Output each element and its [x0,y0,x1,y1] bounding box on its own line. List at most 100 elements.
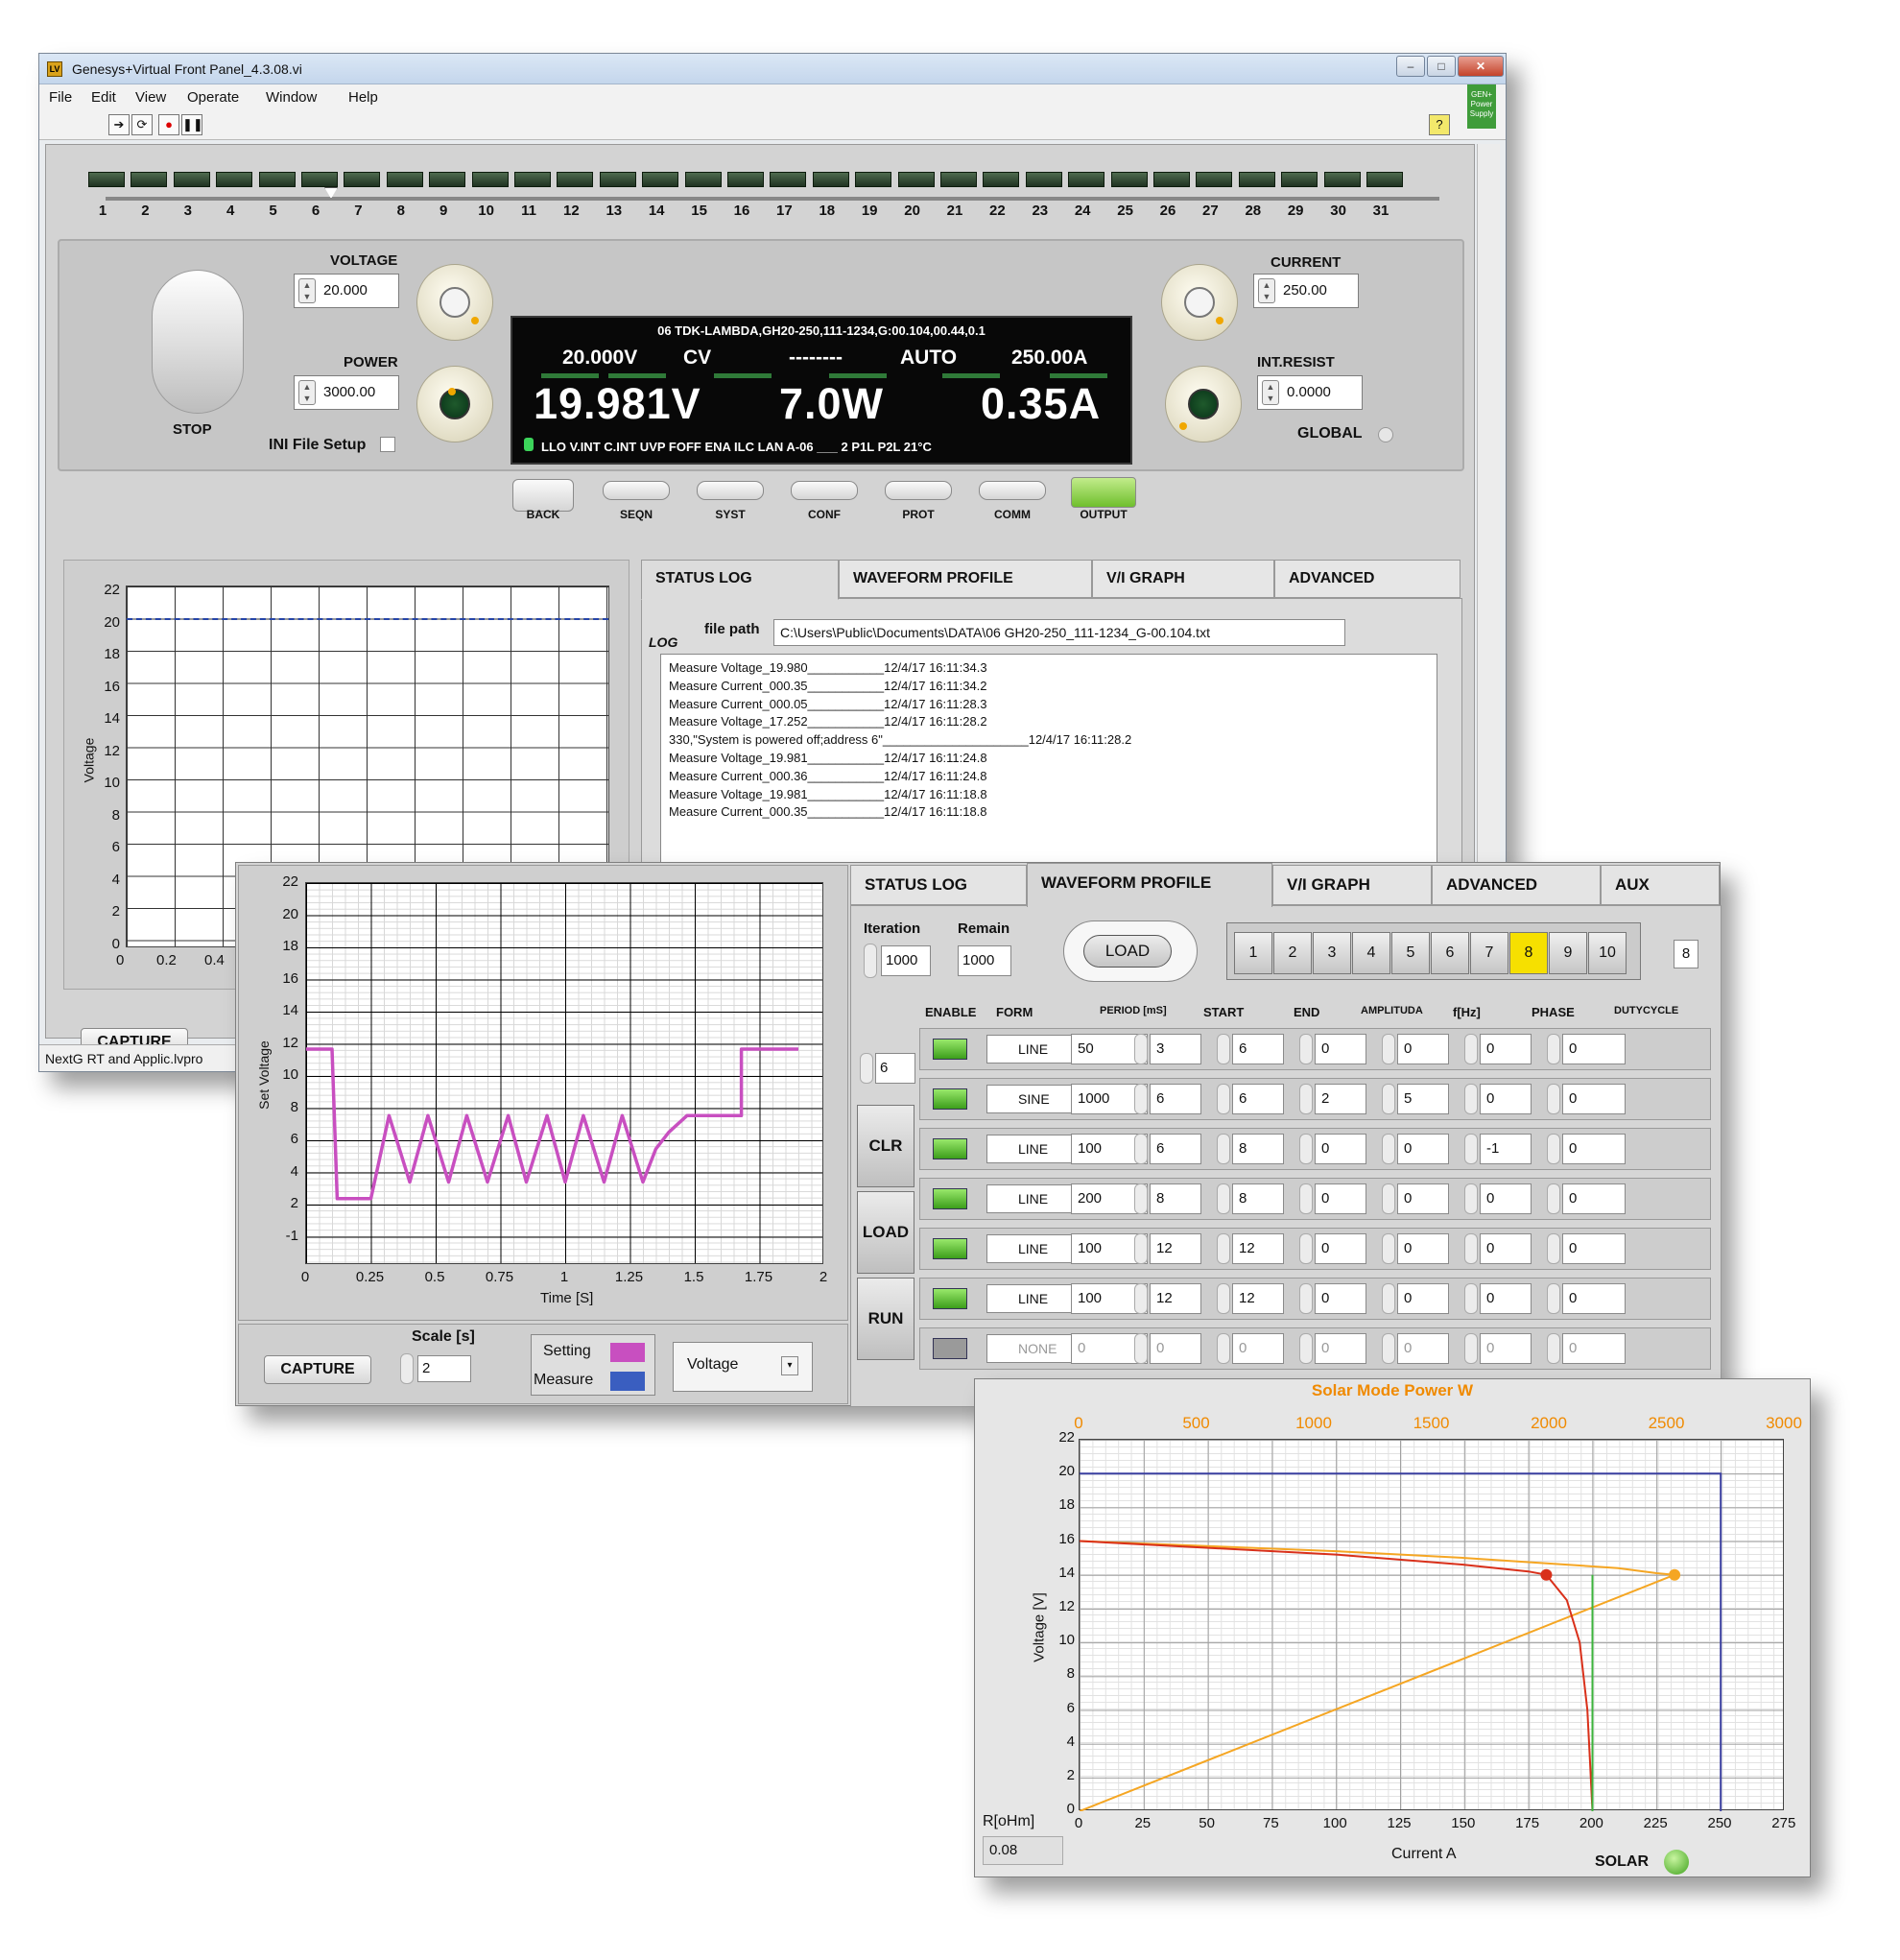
end-input[interactable]: 6 [1232,1034,1284,1064]
enable-toggle[interactable] [933,1288,967,1309]
f-input[interactable]: 0 [1397,1034,1449,1064]
end-input[interactable]: 8 [1232,1134,1284,1164]
f-spinner[interactable] [1382,1233,1395,1264]
prot-button[interactable] [885,481,952,500]
sequence-button[interactable]: 7 [1470,932,1508,974]
end-input[interactable]: 12 [1232,1283,1284,1314]
sequence-button[interactable]: 2 [1273,932,1312,974]
start-spinner[interactable] [1134,1034,1148,1064]
tab2-waveform-profile[interactable]: WAVEFORM PROFILE [1027,863,1272,907]
start-input[interactable]: 6 [1150,1134,1201,1164]
plot-select-dropdown[interactable]: Voltage ▾ [673,1342,813,1392]
current-input[interactable]: ▲ ▼ 250.00 [1253,274,1359,308]
menu-file[interactable]: File [49,89,72,106]
duty-spinner[interactable] [1547,1333,1560,1364]
iteration-spinner[interactable] [864,944,877,978]
enable-toggle[interactable] [933,1188,967,1209]
start-input[interactable]: 6 [1150,1084,1201,1114]
phase-input[interactable]: 0 [1480,1183,1532,1214]
amp-spinner[interactable] [1299,1233,1313,1264]
end-spinner[interactable] [1217,1283,1230,1314]
amp-input[interactable]: 0 [1315,1283,1366,1314]
duty-input[interactable]: 0 [1562,1084,1626,1114]
address-slider-track[interactable] [106,197,1439,201]
start-input[interactable]: 0 [1150,1333,1201,1364]
phase-spinner[interactable] [1464,1333,1478,1364]
back-button[interactable] [512,479,574,512]
sequence-button[interactable]: 3 [1313,932,1351,974]
phase-spinner[interactable] [1464,1134,1478,1164]
start-spinner[interactable] [1134,1084,1148,1114]
duty-spinner[interactable] [1547,1084,1560,1114]
phase-spinner[interactable] [1464,1233,1478,1264]
phase-spinner[interactable] [1464,1183,1478,1214]
duty-spinner[interactable] [1547,1233,1560,1264]
run-button[interactable]: RUN [857,1278,914,1360]
start-input[interactable]: 8 [1150,1183,1201,1214]
duty-input[interactable]: 0 [1562,1333,1626,1364]
amp-input[interactable]: 0 [1315,1183,1366,1214]
menu-help[interactable]: Help [348,89,378,106]
menu-view[interactable]: View [135,89,166,106]
scale-spinner[interactable] [400,1353,414,1384]
amp-spinner[interactable] [1299,1084,1313,1114]
amp-spinner[interactable] [1299,1283,1313,1314]
end-spinner[interactable] [1217,1183,1230,1214]
f-spinner[interactable] [1382,1034,1395,1064]
tab2-vi-graph[interactable]: V/I GRAPH [1272,865,1432,905]
file-path-field[interactable]: C:\Users\Public\Documents\DATA\06 GH20-2… [773,619,1345,646]
step-count-input[interactable]: 6 [875,1053,915,1084]
iteration-input[interactable]: 1000 [881,945,931,976]
end-input[interactable]: 0 [1232,1333,1284,1364]
amp-input[interactable]: 0 [1315,1233,1366,1264]
amp-spinner[interactable] [1299,1333,1313,1364]
power-spinner[interactable]: ▲ ▼ [298,380,316,405]
enable-toggle[interactable] [933,1138,967,1159]
power-knob[interactable] [416,366,493,442]
power-input[interactable]: ▲ ▼ 3000.00 [294,375,399,410]
sequence-button[interactable]: 5 [1391,932,1430,974]
current-spinner[interactable]: ▲ ▼ [1258,278,1275,303]
duty-spinner[interactable] [1547,1034,1560,1064]
start-spinner[interactable] [1134,1183,1148,1214]
end-input[interactable]: 12 [1232,1233,1284,1264]
intresist-knob[interactable] [1165,366,1242,442]
duty-spinner[interactable] [1547,1134,1560,1164]
intresist-spinner[interactable]: ▲ ▼ [1262,380,1279,405]
global-radio[interactable] [1378,427,1393,442]
comm-button[interactable] [979,481,1046,500]
start-spinner[interactable] [1134,1134,1148,1164]
duty-input[interactable]: 0 [1562,1183,1626,1214]
capture-button[interactable]: CAPTURE [264,1355,371,1384]
end-input[interactable]: 6 [1232,1084,1284,1114]
f-spinner[interactable] [1382,1333,1395,1364]
end-spinner[interactable] [1217,1233,1230,1264]
menu-operate[interactable]: Operate [187,89,239,106]
start-input[interactable]: 12 [1150,1233,1201,1264]
f-input[interactable]: 0 [1397,1134,1449,1164]
r-value[interactable]: 0.08 [983,1836,1063,1865]
phase-input[interactable]: -1 [1480,1134,1532,1164]
menu-edit[interactable]: Edit [91,89,116,106]
close-button[interactable]: ✕ [1458,56,1504,77]
conf-button[interactable] [791,481,858,500]
phase-input[interactable]: 0 [1480,1333,1532,1364]
tab-advanced[interactable]: ADVANCED [1274,560,1461,598]
seqn-button[interactable] [603,481,670,500]
f-input[interactable]: 0 [1397,1333,1449,1364]
amp-spinner[interactable] [1299,1034,1313,1064]
duty-spinner[interactable] [1547,1283,1560,1314]
minimize-button[interactable]: – [1396,56,1425,77]
duty-input[interactable]: 0 [1562,1134,1626,1164]
end-spinner[interactable] [1217,1084,1230,1114]
start-input[interactable]: 3 [1150,1034,1201,1064]
duty-input[interactable]: 0 [1562,1283,1626,1314]
run-continuous-icon[interactable]: ⟳ [131,114,153,135]
enable-toggle[interactable] [933,1039,967,1060]
amp-input[interactable]: 0 [1315,1034,1366,1064]
phase-spinner[interactable] [1464,1283,1478,1314]
amp-input[interactable]: 0 [1315,1134,1366,1164]
tab-waveform-profile[interactable]: WAVEFORM PROFILE [839,560,1092,598]
end-spinner[interactable] [1217,1134,1230,1164]
sequence-button[interactable]: 8 [1509,932,1548,974]
